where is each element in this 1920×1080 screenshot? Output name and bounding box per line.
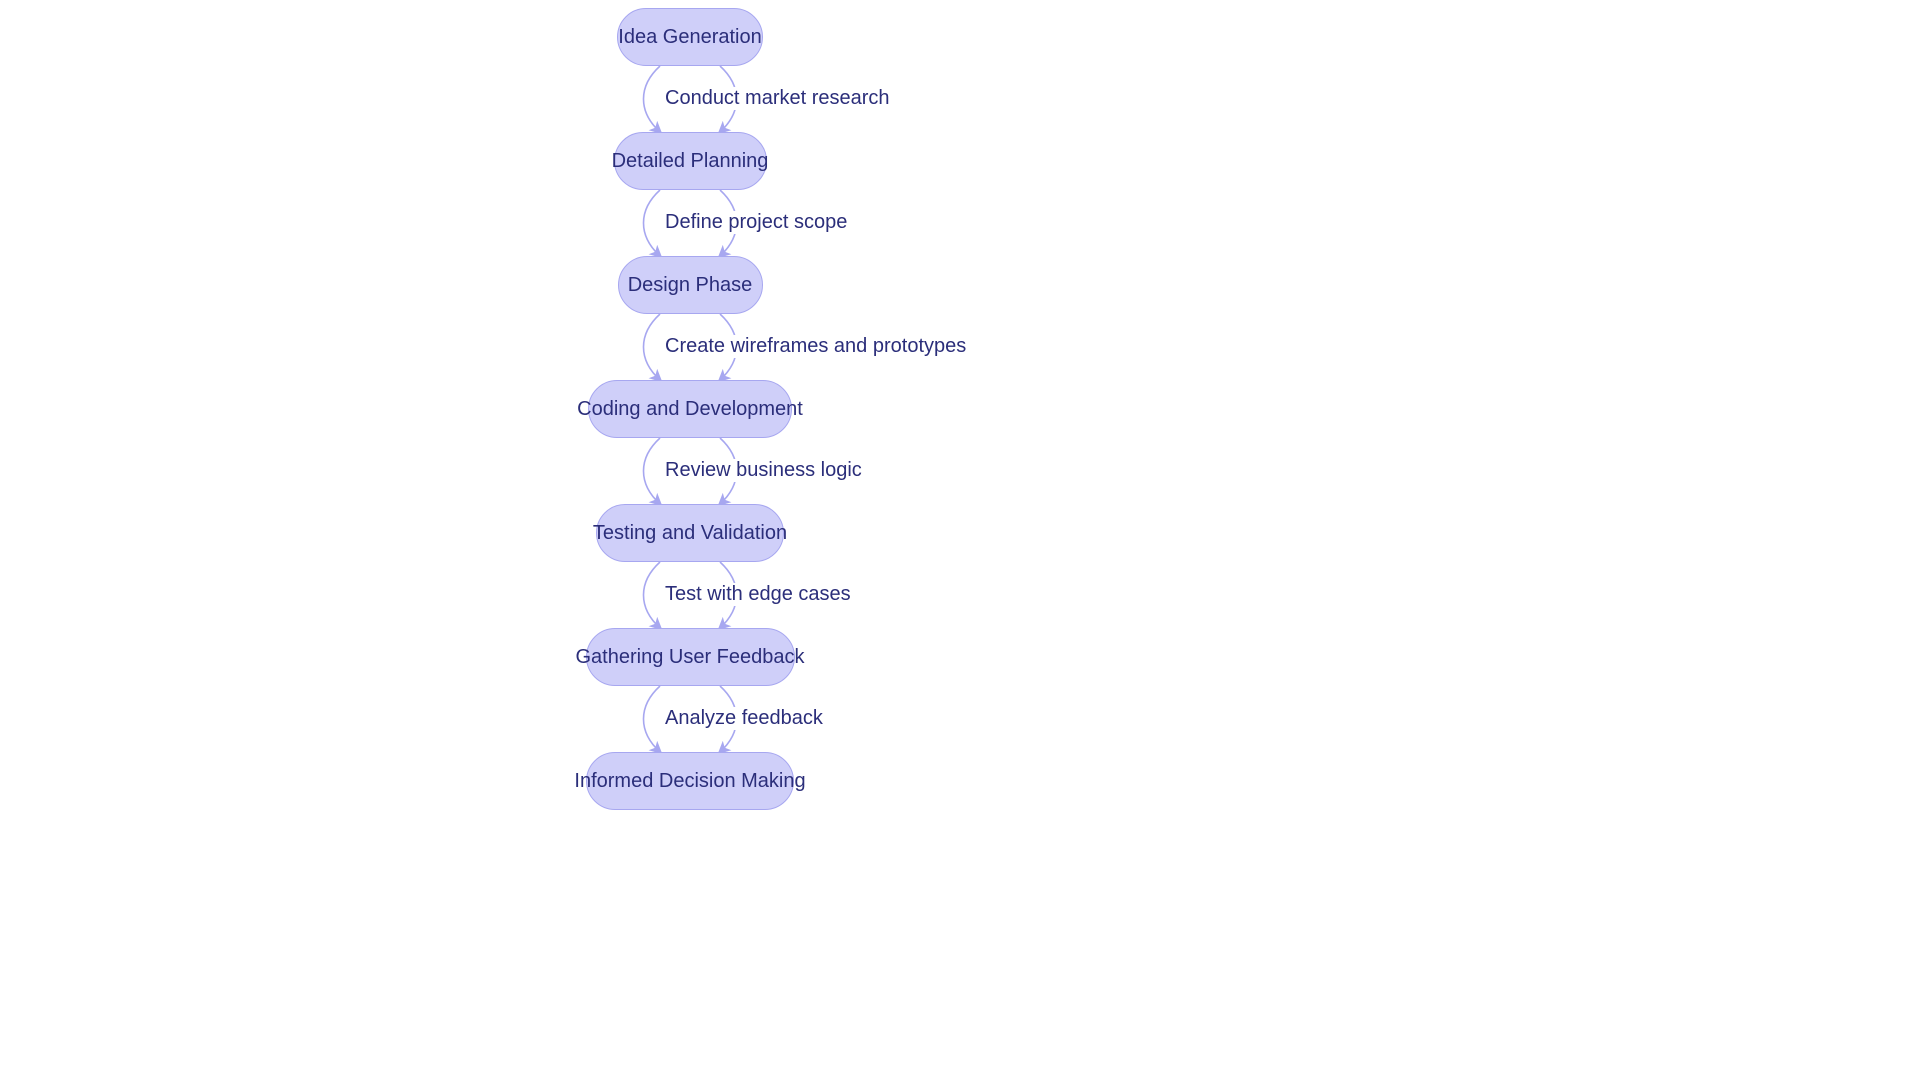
edge-arc-left-5 (644, 686, 661, 752)
edge-layer (0, 0, 1920, 1080)
edge-label-0: Conduct market research (665, 87, 890, 110)
flow-node-n4[interactable]: Coding and Development (588, 380, 792, 438)
flow-node-n1[interactable]: Idea Generation (617, 8, 763, 66)
edge-label-3: Review business logic (665, 459, 862, 482)
edge-label-2: Create wireframes and prototypes (665, 335, 966, 358)
edge-arc-left-4 (644, 562, 661, 628)
edge-arc-left-3 (644, 438, 661, 504)
flow-node-n5[interactable]: Testing and Validation (596, 504, 784, 562)
edge-label-4: Test with edge cases (665, 583, 851, 606)
flow-node-n3[interactable]: Design Phase (618, 256, 763, 314)
edge-arc-left-2 (644, 314, 661, 380)
edge-label-5: Analyze feedback (665, 707, 823, 730)
flow-node-n6[interactable]: Gathering User Feedback (586, 628, 795, 686)
flow-node-n7[interactable]: Informed Decision Making (586, 752, 794, 810)
flowchart-canvas: Idea Generation Detailed Planning Design P… (0, 0, 1920, 1080)
edge-arc-left-0 (644, 66, 661, 132)
edge-label-1: Define project scope (665, 211, 847, 234)
edge-arc-left-1 (644, 190, 661, 256)
flow-node-n2[interactable]: Detailed Planning (614, 132, 767, 190)
